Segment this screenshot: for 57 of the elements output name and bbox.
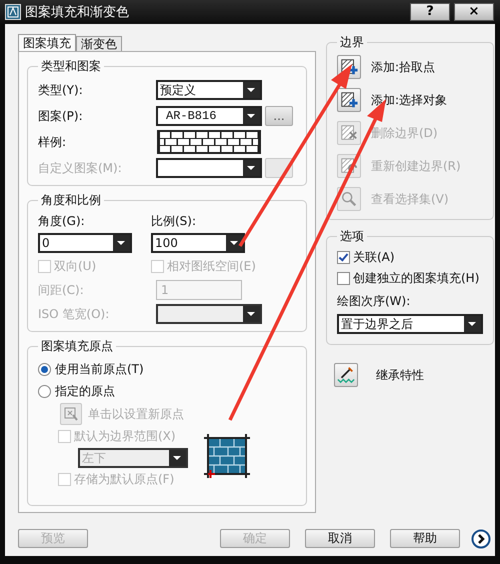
- tab[interactable]: 渐变色: [76, 36, 122, 51]
- caret-icon: [464, 316, 481, 332]
- brick-pattern-swatch[interactable]: [156, 130, 262, 154]
- browse-button[interactable]: ...: [265, 106, 293, 126]
- field-label: 间距(C):: [38, 282, 85, 298]
- help-button[interactable]: ?: [410, 3, 450, 21]
- caret-icon: [113, 235, 130, 251]
- inherit-properties-button[interactable]: [334, 363, 358, 387]
- scale-dropdown[interactable]: 100: [151, 233, 245, 253]
- group-title: 角度和比例: [40, 192, 102, 209]
- dialog-button[interactable]: 帮助: [390, 529, 460, 548]
- checkbox[interactable]: 关联(A): [337, 249, 483, 266]
- brush-icon: [337, 366, 355, 384]
- brick-hatch-icon: [202, 432, 252, 480]
- caret-icon: [243, 160, 260, 176]
- boundary-button-label: 删除边界(D): [371, 124, 438, 142]
- boundary-button[interactable]: [337, 88, 361, 112]
- field-label: 角度(G):: [38, 213, 86, 230]
- boundary-button-label: 查看选择集(V): [371, 190, 449, 208]
- caret-icon: [243, 82, 260, 98]
- angle-dropdown[interactable]: 0: [38, 233, 132, 253]
- origin-point-icon: [63, 406, 79, 422]
- caret-icon: [169, 450, 186, 466]
- tab[interactable]: 图案填充: [18, 34, 76, 51]
- dialog-button[interactable]: 取消: [305, 529, 375, 548]
- group-title: 类型和图案: [40, 58, 102, 75]
- type-dropdown[interactable]: 预定义: [156, 80, 262, 100]
- pattern-dropdown[interactable]: AR-B816: [156, 106, 262, 126]
- boundary-button-label: 添加:拾取点: [371, 58, 436, 76]
- field-label: 比例(S):: [151, 213, 198, 230]
- inherit-properties-label: 继承特性: [376, 366, 424, 384]
- group-title: 选项: [339, 228, 365, 245]
- caret-icon: [243, 306, 260, 322]
- expand-icon[interactable]: [471, 529, 491, 549]
- checkbox[interactable]: 创建独立的图案填充(H): [337, 270, 483, 287]
- field-label: 图案(P):: [38, 108, 84, 124]
- window-title: 图案填充和渐变色: [25, 4, 129, 21]
- group-title: 图案填充原点: [40, 338, 114, 355]
- magnifier-icon: [340, 190, 358, 208]
- remove-boundary-icon: [340, 124, 358, 142]
- draw-order-dropdown[interactable]: 置于边界之后: [337, 314, 483, 334]
- radio-button[interactable]: 使用当前原点(T): [38, 359, 296, 379]
- field-label: 样例:: [38, 134, 68, 150]
- caret-icon: [226, 235, 243, 251]
- field-label: ISO 笔宽(O):: [38, 306, 110, 322]
- caret-icon: [243, 108, 260, 124]
- field-label: 自定义图案(M):: [38, 160, 123, 176]
- select-objects-icon: [340, 91, 358, 109]
- set-origin-label: 单击以设置新原点: [88, 406, 184, 422]
- radio-button[interactable]: 指定的原点: [38, 381, 296, 401]
- field-label: 绘图次序(W):: [337, 293, 412, 310]
- app-icon: [5, 4, 21, 20]
- group-title: 边界: [339, 34, 365, 51]
- close-button[interactable]: ×: [454, 3, 494, 21]
- field-label: 类型(Y):: [38, 82, 84, 98]
- custom-pattern-dropdown[interactable]: [156, 158, 262, 178]
- boundary-button-label: 重新创建边界(R): [371, 158, 461, 174]
